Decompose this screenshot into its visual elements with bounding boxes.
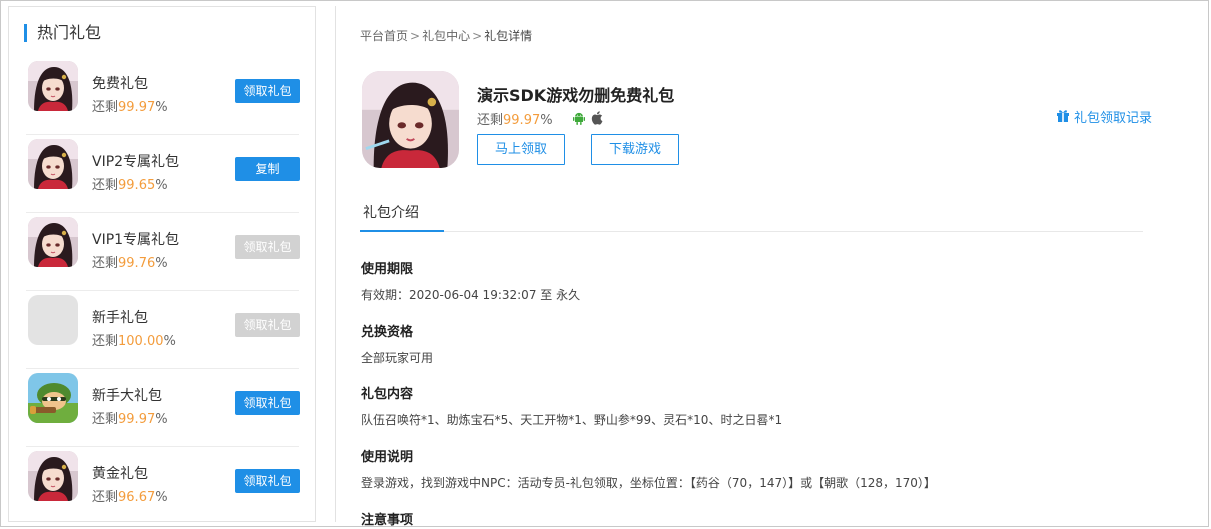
section-title: 礼包内容	[361, 387, 414, 402]
claim-gift-button[interactable]: 领取礼包	[235, 313, 300, 337]
gift-name: 新手大礼包	[92, 388, 162, 404]
game-avatar-icon	[28, 61, 78, 111]
remain-suffix: %	[155, 178, 168, 193]
gift-detail-main: 平台首页 > 礼包中心 > 礼包详情 演示SDK游戏勿删免费礼包 还剩99.97%	[335, 6, 1203, 528]
breadcrumb-home[interactable]: 平台首页	[360, 29, 408, 43]
gift-list-item[interactable]: VIP1专属礼包 还剩99.76% 领取礼包	[26, 213, 300, 291]
claim-gift-button[interactable]: 领取礼包	[235, 391, 300, 415]
remain-percent: 99.97	[118, 412, 156, 427]
remain-prefix: 还剩	[92, 256, 119, 271]
remain-prefix: 还剩	[92, 490, 119, 505]
section-title: 使用期限	[361, 262, 414, 277]
gift-record-label: 礼包领取记录	[1074, 111, 1153, 126]
section-body: 登录游戏，找到游戏中NPC：活动专员-礼包领取，坐标位置：【药谷（70，147）…	[361, 476, 936, 490]
breadcrumb-gift-center[interactable]: 礼包中心	[422, 29, 470, 43]
remain-suffix: %	[155, 100, 168, 115]
game-avatar-icon	[28, 451, 78, 501]
remain-percent: 99.76	[118, 256, 156, 271]
remain-percent: 100.00	[118, 334, 164, 349]
sidebar-title: 热门礼包	[24, 24, 101, 42]
breadcrumb-separator: >	[410, 29, 421, 43]
tab-gift-intro[interactable]: 礼包介绍	[360, 188, 444, 232]
gift-title: 演示SDK游戏勿删免费礼包	[477, 86, 675, 105]
gift-remaining: 还剩96.67%	[92, 486, 168, 505]
gift-remaining: 还剩99.97%	[92, 96, 168, 115]
gift-name: 新手礼包	[92, 310, 148, 326]
gift-remaining: 还剩99.76%	[92, 252, 168, 271]
remain-prefix: 还剩	[477, 113, 504, 128]
soldier-game-icon	[28, 373, 78, 423]
gift-list-item[interactable]: VIP2专属礼包 还剩99.65% 复制	[26, 135, 300, 213]
breadcrumb-current: 礼包详情	[484, 29, 533, 43]
remain-prefix: 还剩	[92, 100, 119, 115]
gift-list: 免费礼包 还剩99.97% 领取礼包 VIP2专属礼包 还剩99.65% 复制 VIP1专属…	[26, 57, 300, 525]
hot-gifts-sidebar: 热门礼包 免费礼包 还剩99.97% 领取礼包 VIP2专属礼包 还剩99.65% 复制 V…	[8, 6, 316, 522]
gift-remaining: 还剩99.65%	[92, 174, 168, 193]
game-avatar-icon	[362, 71, 459, 168]
section-body: 队伍召唤符*1、助炼宝石*5、天工开物*1、野山参*99、灵石*10、时之日晷*…	[361, 413, 783, 427]
section-notes: 注意事项	[361, 509, 1161, 528]
claim-gift-button[interactable]: 领取礼包	[235, 469, 300, 493]
remain-percent: 96.67	[118, 490, 156, 505]
game-avatar-icon	[28, 217, 78, 267]
gift-name: VIP2专属礼包	[92, 154, 180, 170]
gift-list-item[interactable]: 新手礼包还剩100.00% 领取礼包	[26, 291, 300, 369]
detail-tab-bar: 礼包介绍	[360, 188, 1143, 232]
remain-suffix: %	[163, 334, 176, 349]
claim-gift-button[interactable]: 领取礼包	[235, 79, 300, 103]
gift-list-item[interactable]: 黄金礼包还剩96.67% 领取礼包	[26, 447, 300, 525]
copy-code-button[interactable]: 复制	[235, 157, 300, 181]
remain-percent: 99.97	[503, 113, 541, 128]
remain-percent: 99.65	[118, 178, 156, 193]
section-body: 全部玩家可用	[361, 351, 434, 365]
remain-suffix: %	[155, 256, 168, 271]
gift-name: VIP1专属礼包	[92, 232, 180, 248]
section-instructions: 使用说明 登录游戏，找到游戏中NPC：活动专员-礼包领取，坐标位置：【药谷（70…	[361, 446, 1161, 491]
gift-box-icon	[1056, 108, 1070, 126]
gift-name: 黄金礼包	[92, 466, 148, 482]
remain-suffix: %	[540, 113, 553, 128]
apple-icon	[591, 110, 604, 129]
remain-prefix: 还剩	[92, 178, 119, 193]
section-contents: 礼包内容 队伍召唤符*1、助炼宝石*5、天工开物*1、野山参*99、灵石*10、…	[361, 383, 1161, 428]
breadcrumb-separator: >	[472, 29, 483, 43]
section-validity: 使用期限 有效期：2020-06-04 19:32:07 至 永久	[361, 258, 1161, 303]
claim-now-button[interactable]: 马上领取	[477, 134, 565, 165]
gift-name: 免费礼包	[92, 76, 148, 92]
download-game-button[interactable]: 下载游戏	[591, 134, 679, 165]
remain-suffix: %	[155, 490, 168, 505]
section-body: 有效期：2020-06-04 19:32:07 至 永久	[361, 288, 581, 302]
gift-record-link[interactable]: 礼包领取记录	[1056, 107, 1152, 126]
gift-list-item[interactable]: 新手大礼包还剩99.97% 领取礼包	[26, 369, 300, 447]
remain-percent: 99.97	[118, 100, 156, 115]
gift-remaining: 还剩99.97%	[92, 408, 168, 427]
remain-suffix: %	[155, 412, 168, 427]
breadcrumb: 平台首页 > 礼包中心 > 礼包详情	[360, 27, 532, 44]
gift-remaining: 还剩100.00%	[92, 330, 176, 349]
claim-gift-button[interactable]: 领取礼包	[235, 235, 300, 259]
section-eligibility: 兑换资格 全部玩家可用	[361, 321, 1161, 366]
platform-icons	[573, 110, 604, 129]
gift-list-item[interactable]: 免费礼包还剩99.97% 领取礼包	[26, 57, 300, 135]
remain-prefix: 还剩	[92, 412, 119, 427]
section-title: 注意事项	[361, 513, 414, 528]
section-title: 兑换资格	[361, 325, 414, 340]
section-title: 使用说明	[361, 450, 414, 465]
remain-prefix: 还剩	[92, 334, 119, 349]
gift-remaining: 还剩99.97%	[477, 109, 553, 128]
android-icon	[573, 110, 585, 129]
game-avatar-icon	[28, 139, 78, 189]
placeholder-icon	[28, 295, 78, 345]
